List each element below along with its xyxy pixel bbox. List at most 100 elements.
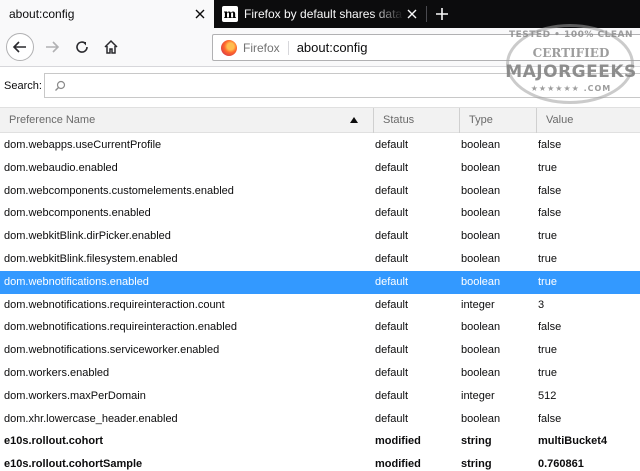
type-cell: boolean <box>461 344 501 357</box>
value-cell: true <box>538 230 557 243</box>
close-icon[interactable] <box>192 6 208 22</box>
value-cell: true <box>538 161 557 174</box>
preference-name-cell: e10s.rollout.cohort <box>4 435 104 448</box>
table-row[interactable]: dom.webapps.useCurrentProfile default bool… <box>0 134 640 157</box>
table-row[interactable]: dom.webnotifications.requireinteraction.… <box>0 293 640 317</box>
preference-name-cell: dom.webnotifications.requireinteraction.… <box>4 298 225 311</box>
status-cell: default <box>375 230 409 243</box>
status-cell: default <box>375 389 409 402</box>
status-cell: default <box>375 298 409 311</box>
navigation-toolbar: Firefox about:config <box>0 28 640 67</box>
reload-button[interactable] <box>68 33 96 61</box>
table-row[interactable]: dom.webaudio.enabled default boolean true <box>0 156 640 180</box>
home-button[interactable] <box>97 33 125 61</box>
value-cell: 0.760861 <box>538 458 584 471</box>
majorgeeks-favicon-icon: m <box>222 6 238 22</box>
preferences-table: Preference Name Status Type Value dom.we… <box>0 107 640 471</box>
table-row[interactable]: dom.webkitBlink.filesystem.enabled defaul… <box>0 247 640 271</box>
new-tab-button[interactable] <box>430 2 454 26</box>
table-row[interactable]: e10s.rollout.cohort modified string multiBu… <box>0 430 640 454</box>
url-text[interactable]: about:config <box>297 40 368 55</box>
tab-about-config[interactable]: about:config <box>0 0 214 28</box>
preference-name-cell: dom.webnotifications.serviceworker.enabl… <box>4 344 220 357</box>
tab-separator <box>426 6 427 22</box>
preference-name-cell: dom.webkitBlink.filesystem.enabled <box>4 252 178 265</box>
value-cell: false <box>538 412 562 425</box>
value-cell: multiBucket4 <box>538 435 608 448</box>
search-label: Search: <box>4 80 42 92</box>
preference-name-cell: dom.webcomponents.customelements.enabled <box>4 184 234 197</box>
preference-name-cell: dom.webaudio.enabled <box>4 161 118 174</box>
type-cell: boolean <box>461 321 501 334</box>
tab-firefox-shares-data[interactable]: m Firefox by default shares data to <box>216 0 426 28</box>
value-cell: false <box>538 184 562 197</box>
firefox-logo-icon <box>221 39 237 56</box>
table-row[interactable]: dom.webnotifications.enabled default boole… <box>0 270 640 294</box>
type-cell: boolean <box>461 366 501 379</box>
search-box[interactable] <box>44 73 640 98</box>
identity-label[interactable]: Firefox <box>243 40 289 55</box>
tab-title: about:config <box>9 7 75 21</box>
status-cell: default <box>375 207 409 220</box>
column-header-value[interactable]: Value <box>536 108 640 133</box>
table-row[interactable]: dom.webnotifications.serviceworker.enabl… <box>0 339 640 362</box>
table-header: Preference Name Status Type Value <box>0 107 640 133</box>
table-row[interactable]: dom.webnotifications.requireinteraction.… <box>0 316 640 340</box>
preference-name-cell: dom.webnotifications.requireinteraction.… <box>4 321 237 334</box>
column-header-status[interactable]: Status <box>373 108 458 133</box>
status-cell: default <box>375 184 409 197</box>
status-cell: modified <box>375 435 421 448</box>
type-cell: boolean <box>461 252 501 265</box>
type-cell: integer <box>461 298 495 311</box>
value-cell: true <box>538 344 557 357</box>
preference-name-cell: dom.webkitBlink.dirPicker.enabled <box>4 230 171 243</box>
back-button[interactable] <box>6 33 34 61</box>
tab-title: Firefox by default shares data to <box>244 7 404 21</box>
search-input[interactable] <box>73 78 613 94</box>
status-cell: default <box>375 344 409 357</box>
type-cell: boolean <box>461 184 501 197</box>
plus-icon <box>436 8 448 20</box>
sort-ascending-icon <box>350 117 358 123</box>
column-header-type[interactable]: Type <box>459 108 535 133</box>
column-header-preference-name[interactable]: Preference Name <box>0 108 372 133</box>
status-cell: modified <box>375 458 421 471</box>
table-body: dom.webapps.useCurrentProfile default bool… <box>0 134 640 471</box>
home-icon <box>104 39 118 54</box>
table-row[interactable]: dom.webcomponents.customelements.enabled… <box>0 179 640 203</box>
tab-strip: about:config m Firefox by default shares… <box>0 0 640 28</box>
table-row[interactable]: dom.xhr.lowercase_header.enabled default b… <box>0 407 640 431</box>
preference-name-cell: dom.workers.enabled <box>4 366 110 379</box>
type-cell: boolean <box>461 275 501 288</box>
value-cell: false <box>538 321 562 334</box>
status-cell: default <box>375 366 409 379</box>
url-bar[interactable]: Firefox about:config <box>212 34 640 61</box>
reload-icon <box>76 41 88 53</box>
value-cell: 3 <box>538 298 545 311</box>
table-row[interactable]: dom.webkitBlink.dirPicker.enabled default… <box>0 225 640 248</box>
type-cell: boolean <box>461 207 501 220</box>
status-cell: default <box>375 139 409 151</box>
search-icon <box>55 80 66 91</box>
type-cell: string <box>461 435 492 448</box>
preference-name-cell: dom.webcomponents.enabled <box>4 207 151 220</box>
value-cell: false <box>538 139 562 151</box>
type-cell: boolean <box>461 412 501 425</box>
status-cell: default <box>375 412 409 425</box>
preference-name-cell: dom.webnotifications.enabled <box>4 275 149 288</box>
status-cell: default <box>375 252 409 265</box>
arrow-right-icon <box>46 41 60 53</box>
table-row[interactable]: e10s.rollout.cohortSample modified string 0… <box>0 453 640 471</box>
type-cell: string <box>461 458 492 471</box>
value-cell: true <box>538 275 557 288</box>
forward-button[interactable] <box>38 33 66 61</box>
table-row[interactable]: dom.webcomponents.enabled default boolean f… <box>0 202 640 226</box>
status-cell: default <box>375 321 409 334</box>
close-icon[interactable] <box>404 6 420 22</box>
preference-name-cell: e10s.rollout.cohortSample <box>4 458 143 471</box>
type-cell: boolean <box>461 230 501 243</box>
value-cell: true <box>538 252 557 265</box>
status-cell: default <box>375 275 409 288</box>
table-row[interactable]: dom.workers.maxPerDomain default integer 51… <box>0 384 640 408</box>
table-row[interactable]: dom.workers.enabled default boolean true <box>0 361 640 385</box>
